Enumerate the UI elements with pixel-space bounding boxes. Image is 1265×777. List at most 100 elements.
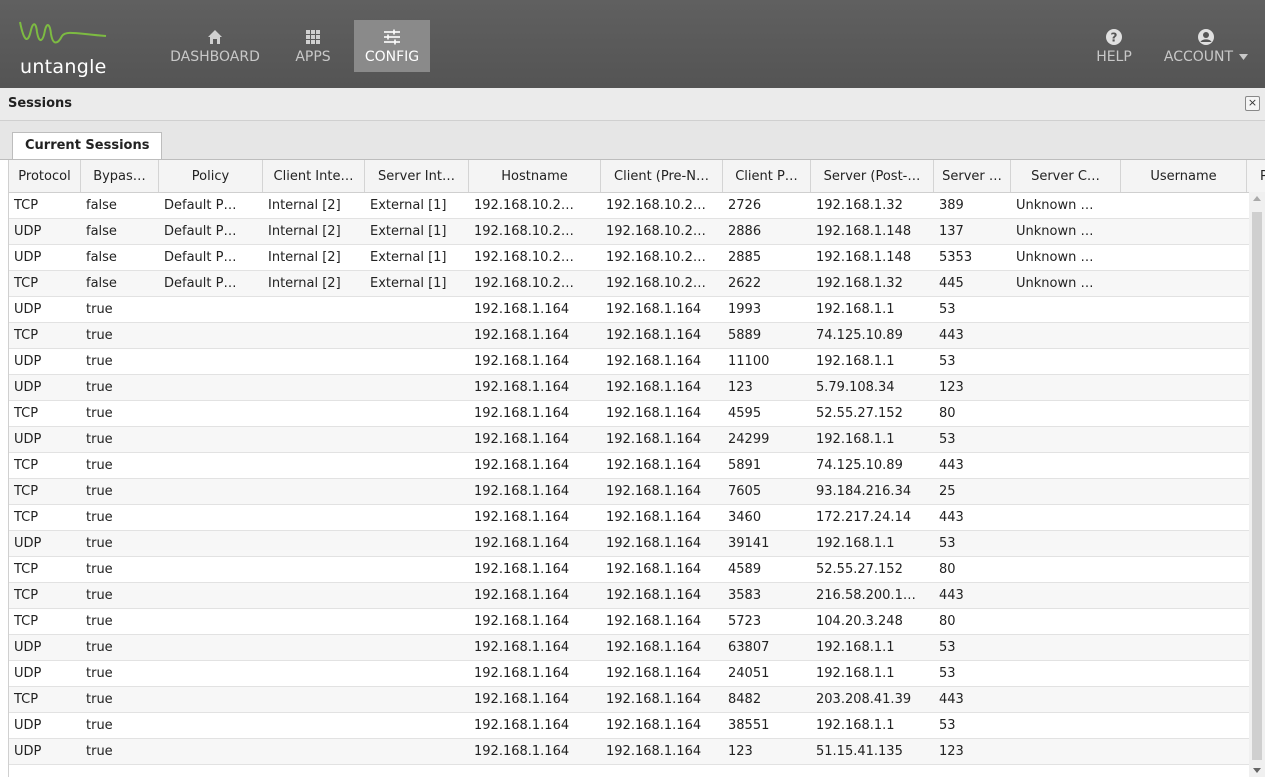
table-row[interactable]: UDP true 192.168.1.164 192.168.1.164 1993 192… (9, 297, 1250, 323)
table-cell-protocol: UDP (14, 432, 42, 447)
table-row[interactable]: UDP true 192.168.1.164 192.168.1.164 38551 19… (9, 713, 1250, 739)
logo-wordmark: untangle (20, 56, 107, 78)
nav-account[interactable]: ACCOUNT (1152, 20, 1260, 72)
column-header-server-port[interactable]: Server … (934, 160, 1011, 192)
table-row[interactable]: TCP true 192.168.1.164 192.168.1.164 8482 203… (9, 687, 1250, 713)
table-row[interactable]: UDP true 192.168.1.164 192.168.1.164 11100 19… (9, 349, 1250, 375)
table-row[interactable]: TCP true 192.168.1.164 192.168.1.164 7605 93.… (9, 479, 1250, 505)
nav-apps[interactable]: APPS (284, 20, 342, 72)
column-header-server-country[interactable]: Server C… (1011, 160, 1121, 192)
column-header-server-post-nat[interactable]: Server (Post-… (811, 160, 934, 192)
table-row[interactable]: UDP true 192.168.1.164 192.168.1.164 39141 19… (9, 531, 1250, 557)
table-cell-server-interface (365, 531, 469, 556)
scroll-up-icon[interactable] (1253, 196, 1261, 201)
table-row[interactable]: UDP true 192.168.1.164 192.168.1.164 24051 19… (9, 661, 1250, 687)
column-header-client-interface[interactable]: Client Inte… (263, 160, 365, 192)
table-row[interactable]: UDP false Default P… Internal [2] External [… (9, 219, 1250, 245)
table-cell-protocol: TCP (14, 588, 39, 603)
nav-config[interactable]: CONFIG (354, 20, 430, 72)
tab-current-sessions[interactable]: Current Sessions (12, 132, 163, 159)
table-row[interactable]: TCP true 192.168.1.164 192.168.1.164 3460 172… (9, 505, 1250, 531)
column-header-bypassed[interactable]: Bypas… (81, 160, 159, 192)
vertical-scrollbar[interactable] (1249, 192, 1265, 777)
table-cell-client-port: 8482 (728, 692, 762, 707)
table-cell-protocol: TCP (14, 458, 39, 473)
table-cell-server-post-nat: 192.168.1.148 (816, 224, 912, 239)
column-header-hostname[interactable]: Hostname (469, 160, 601, 192)
scroll-down-icon[interactable] (1253, 768, 1261, 773)
table-cell-protocol: UDP (14, 380, 42, 395)
table-row[interactable]: TCP false Default P… Internal [2] External [… (9, 193, 1250, 219)
untangle-logo[interactable]: untangle (18, 12, 118, 78)
table-cell-bypassed: true (86, 666, 113, 681)
table-cell-server-interface (365, 349, 469, 374)
column-header-client-pre-nat[interactable]: Client (Pre-N… (601, 160, 723, 192)
table-cell-policy (159, 635, 263, 660)
table-cell-hostname: 192.168.10.2… (474, 224, 574, 239)
table-cell-server-country: Unknown … (1016, 198, 1094, 213)
column-header-client-port[interactable]: Client P… (723, 160, 811, 192)
table-cell-server-country (1011, 557, 1121, 582)
table-cell-client-interface (263, 375, 365, 400)
table-cell-server-port: 445 (939, 276, 964, 291)
table-cell-client-port: 5891 (728, 458, 762, 473)
nav-dashboard[interactable]: DASHBOARD (163, 20, 267, 72)
table-cell-protocol: UDP (14, 250, 42, 265)
table-cell-client-port: 2622 (728, 276, 762, 291)
table-cell-protocol: TCP (14, 276, 39, 291)
table-cell-server-country: Unknown … (1016, 224, 1094, 239)
table-cell-client-port: 1993 (728, 302, 762, 317)
table-cell-client-interface (263, 713, 365, 738)
table-cell-server-port: 5353 (939, 250, 973, 265)
table-row[interactable]: TCP false Default P… Internal [2] External [… (9, 271, 1250, 297)
svg-text:?: ? (1111, 31, 1118, 45)
column-header-policy[interactable]: Policy (159, 160, 263, 192)
table-cell-client-interface: Internal [2] (268, 198, 341, 213)
table-cell-client-interface: Internal [2] (268, 224, 341, 239)
table-cell-client-pre-nat: 192.168.1.164 (606, 666, 702, 681)
table-cell-server-country (1011, 687, 1121, 712)
nav-help[interactable]: ? HELP (1084, 20, 1144, 72)
table-cell-username (1121, 453, 1247, 478)
scrollbar-thumb[interactable] (1252, 212, 1262, 760)
table-cell-server-port: 53 (939, 432, 956, 447)
close-button[interactable]: × (1245, 96, 1260, 111)
table-cell-policy (159, 531, 263, 556)
table-cell-client-interface (263, 427, 365, 452)
table-cell-client-interface (263, 531, 365, 556)
table-cell-protocol: UDP (14, 536, 42, 551)
table-cell-username (1121, 661, 1247, 686)
table-row[interactable]: UDP true 192.168.1.164 192.168.1.164 123 5.79… (9, 375, 1250, 401)
sessions-grid: Protocol Bypas… Policy Client Inte… Server I… (8, 160, 1265, 777)
table-cell-client-pre-nat: 192.168.1.164 (606, 328, 702, 343)
table-cell-client-pre-nat: 192.168.1.164 (606, 744, 702, 759)
table-cell-server-country (1011, 635, 1121, 660)
column-header-username[interactable]: Username (1121, 160, 1247, 192)
table-row[interactable]: TCP true 192.168.1.164 192.168.1.164 4589 52.… (9, 557, 1250, 583)
table-cell-client-pre-nat: 192.168.10.2… (606, 198, 706, 213)
table-row[interactable]: TCP true 192.168.1.164 192.168.1.164 5723 104… (9, 609, 1250, 635)
table-row[interactable]: UDP true 192.168.1.164 192.168.1.164 123 51.1… (9, 739, 1250, 765)
table-cell-client-port: 2885 (728, 250, 762, 265)
home-icon (207, 27, 223, 47)
table-cell-protocol: UDP (14, 354, 42, 369)
table-row[interactable]: UDP true 192.168.1.164 192.168.1.164 24299 19… (9, 427, 1250, 453)
table-cell-username (1121, 635, 1247, 660)
table-cell-username (1121, 245, 1247, 270)
table-cell-client-port: 5889 (728, 328, 762, 343)
table-cell-server-interface (365, 739, 469, 764)
table-row[interactable]: TCP true 192.168.1.164 192.168.1.164 5891 74.… (9, 453, 1250, 479)
table-row[interactable]: UDP false Default P… Internal [2] External [… (9, 245, 1250, 271)
table-cell-bypassed: false (86, 250, 117, 265)
column-header-priority[interactable]: Pr (1247, 160, 1265, 192)
table-row[interactable]: TCP true 192.168.1.164 192.168.1.164 4595 52.… (9, 401, 1250, 427)
table-cell-server-interface (365, 635, 469, 660)
column-header-protocol[interactable]: Protocol (9, 160, 81, 192)
table-row[interactable]: UDP true 192.168.1.164 192.168.1.164 63807 19… (9, 635, 1250, 661)
table-cell-protocol: UDP (14, 666, 42, 681)
table-row[interactable]: TCP true 192.168.1.164 192.168.1.164 5889 74.… (9, 323, 1250, 349)
table-cell-server-country (1011, 401, 1121, 426)
table-cell-server-post-nat: 52.55.27.152 (816, 406, 903, 421)
column-header-server-interface[interactable]: Server Int… (365, 160, 469, 192)
table-row[interactable]: TCP true 192.168.1.164 192.168.1.164 3583 216… (9, 583, 1250, 609)
